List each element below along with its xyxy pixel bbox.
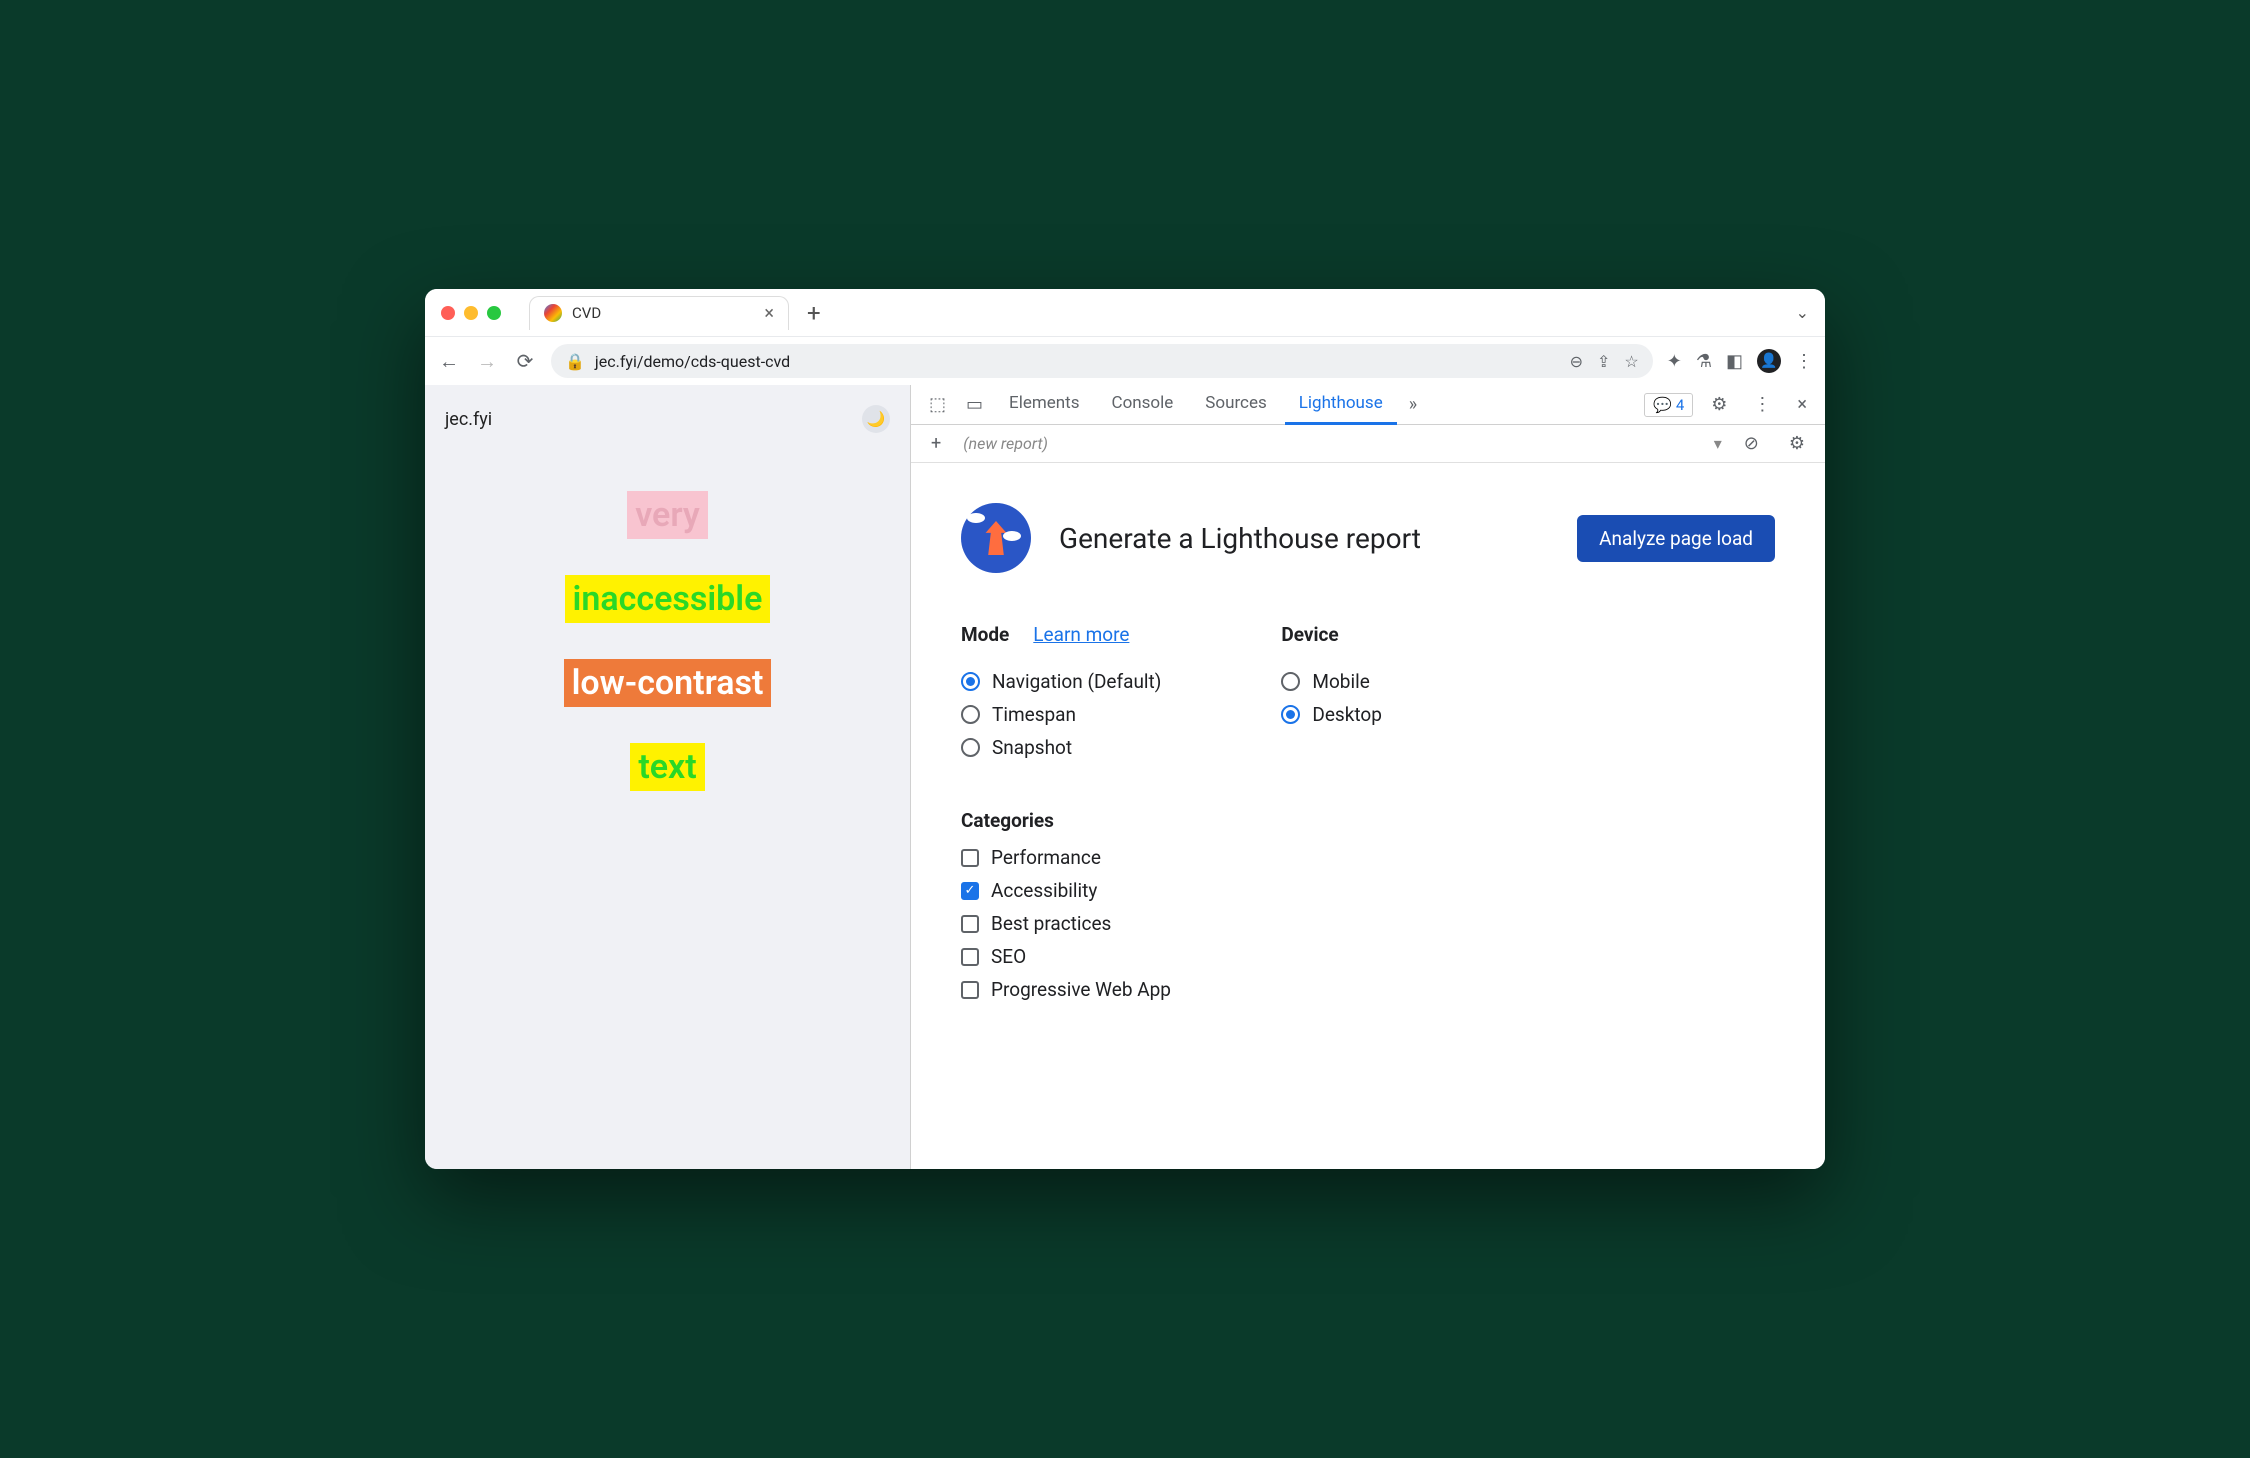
browser-window: CVD × + ⌄ ← → ⟳ 🔒 jec.fyi/demo/cds-quest… — [425, 289, 1825, 1169]
categories-group: Categories Performance ✓ Accessibility Best… — [961, 809, 1775, 1001]
back-button[interactable]: ← — [437, 349, 461, 374]
address-bar[interactable]: 🔒 jec.fyi/demo/cds-quest-cvd ⊖ ⇪ ☆ — [551, 344, 1653, 378]
labs-icon[interactable]: ⚗ — [1696, 351, 1712, 372]
radio-icon — [961, 738, 980, 757]
new-tab-button[interactable]: + — [797, 299, 831, 327]
lighthouse-title: Generate a Lighthouse report — [1059, 522, 1421, 555]
profile-avatar[interactable]: 👤 — [1757, 349, 1781, 373]
analyze-button[interactable]: Analyze page load — [1577, 515, 1775, 562]
share-icon[interactable]: ⇪ — [1597, 352, 1610, 371]
mode-option-2[interactable]: Snapshot — [961, 736, 1161, 759]
device-label: Desktop — [1312, 703, 1382, 726]
titlebar: CVD × + ⌄ — [425, 289, 1825, 337]
close-tab-icon[interactable]: × — [764, 303, 774, 324]
radio-icon — [1281, 672, 1300, 691]
mode-label: Snapshot — [992, 736, 1072, 759]
device-group: Device Mobile Desktop — [1281, 623, 1382, 769]
device-option-0[interactable]: Mobile — [1281, 670, 1382, 693]
checkbox-icon — [961, 849, 979, 867]
category-option-3[interactable]: SEO — [961, 945, 1775, 968]
learn-more-link[interactable]: Learn more — [1033, 623, 1129, 646]
tab-title: CVD — [572, 304, 601, 322]
checkbox-icon — [961, 948, 979, 966]
page-viewport: jec.fyi 🌙 very inaccessible low-contrast… — [425, 385, 910, 1169]
demo-word-1: very — [627, 491, 708, 539]
favicon-icon — [544, 304, 562, 322]
category-label: Best practices — [991, 912, 1111, 935]
add-report-icon[interactable]: + — [923, 433, 949, 454]
mode-label: Timespan — [992, 703, 1076, 726]
zoom-out-icon[interactable]: ⊖ — [1570, 352, 1583, 371]
category-label: SEO — [991, 945, 1026, 968]
lighthouse-panel: Generate a Lighthouse report Analyze pag… — [911, 463, 1825, 1169]
device-toggle-icon[interactable]: ▭ — [958, 394, 991, 415]
report-selector[interactable]: (new report) — [963, 434, 1700, 453]
reload-button[interactable]: ⟳ — [513, 349, 537, 373]
close-window-button[interactable] — [441, 306, 455, 320]
dark-mode-toggle[interactable]: 🌙 — [862, 405, 890, 433]
page-brand: jec.fyi — [445, 409, 492, 430]
mode-option-1[interactable]: Timespan — [961, 703, 1161, 726]
radio-icon — [1281, 705, 1300, 724]
minimize-window-button[interactable] — [464, 306, 478, 320]
tab-sources[interactable]: Sources — [1191, 385, 1280, 425]
window-controls — [441, 306, 501, 320]
extensions-icon[interactable]: ✦ — [1667, 351, 1682, 372]
tabs-dropdown-icon[interactable]: ⌄ — [1796, 303, 1809, 322]
inspect-icon[interactable]: ⬚ — [921, 394, 954, 415]
url-text: jec.fyi/demo/cds-quest-cvd — [595, 352, 790, 371]
maximize-window-button[interactable] — [487, 306, 501, 320]
category-label: Accessibility — [991, 879, 1097, 902]
panel-settings-icon[interactable]: ⚙ — [1781, 433, 1813, 454]
browser-tab[interactable]: CVD × — [529, 296, 789, 330]
sidepanel-icon[interactable]: ◧ — [1726, 351, 1743, 372]
menu-icon[interactable]: ⋮ — [1795, 351, 1813, 372]
close-devtools-icon[interactable]: × — [1789, 394, 1815, 415]
more-tabs-icon[interactable]: » — [1401, 394, 1425, 415]
tab-console[interactable]: Console — [1098, 385, 1188, 425]
device-option-1[interactable]: Desktop — [1281, 703, 1382, 726]
lighthouse-logo-icon — [961, 503, 1031, 573]
category-option-4[interactable]: Progressive Web App — [961, 978, 1775, 1001]
category-option-2[interactable]: Best practices — [961, 912, 1775, 935]
settings-icon[interactable]: ⚙ — [1703, 394, 1735, 415]
bookmark-icon[interactable]: ☆ — [1624, 352, 1638, 371]
radio-icon — [961, 705, 980, 724]
demo-word-2: inaccessible — [565, 575, 771, 623]
checkbox-icon: ✓ — [961, 882, 979, 900]
radio-icon — [961, 672, 980, 691]
forward-button[interactable]: → — [475, 349, 499, 374]
category-label: Performance — [991, 846, 1101, 869]
mode-label: Navigation (Default) — [992, 670, 1161, 693]
lock-icon: 🔒 — [565, 352, 585, 371]
checkbox-icon — [961, 915, 979, 933]
kebab-icon[interactable]: ⋮ — [1745, 394, 1779, 415]
category-option-0[interactable]: Performance — [961, 846, 1775, 869]
tab-lighthouse[interactable]: Lighthouse — [1285, 385, 1397, 425]
devtools-tabbar: ⬚ ▭ Elements Console Sources Lighthouse … — [911, 385, 1825, 425]
mode-group: Mode Learn more Navigation (Default) Time… — [961, 623, 1161, 769]
categories-label: Categories — [961, 809, 1775, 832]
checkbox-icon — [961, 981, 979, 999]
category-label: Progressive Web App — [991, 978, 1171, 1001]
issues-badge[interactable]: 💬 4 — [1644, 393, 1693, 417]
category-option-1[interactable]: ✓ Accessibility — [961, 879, 1775, 902]
mode-label: Mode — [961, 623, 1009, 646]
lighthouse-subbar: + (new report) ▾ ⊘ ⚙ — [911, 425, 1825, 463]
devtools-panel: ⬚ ▭ Elements Console Sources Lighthouse … — [910, 385, 1825, 1169]
browser-toolbar: ← → ⟳ 🔒 jec.fyi/demo/cds-quest-cvd ⊖ ⇪ ☆… — [425, 337, 1825, 385]
device-label: Mobile — [1312, 670, 1369, 693]
demo-word-3: low-contrast — [564, 659, 772, 707]
tab-elements[interactable]: Elements — [995, 385, 1093, 425]
mode-option-0[interactable]: Navigation (Default) — [961, 670, 1161, 693]
demo-word-4: text — [630, 743, 704, 791]
clear-icon[interactable]: ⊘ — [1736, 433, 1767, 454]
device-label: Device — [1281, 623, 1338, 646]
report-dropdown-icon[interactable]: ▾ — [1714, 434, 1722, 453]
